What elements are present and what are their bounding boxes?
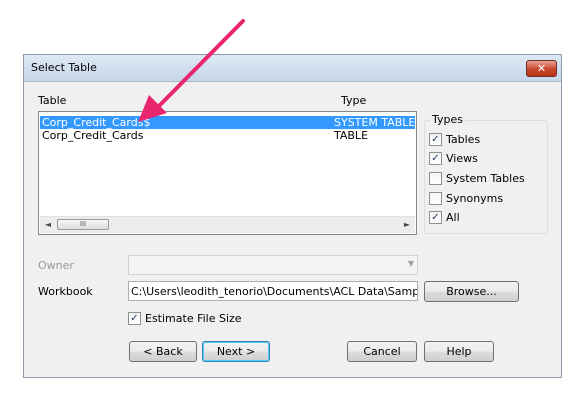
workbook-label: Workbook xyxy=(38,285,93,298)
cancel-button[interactable]: Cancel xyxy=(347,341,417,362)
owner-label: Owner xyxy=(38,259,74,272)
checkbox-icon[interactable]: ✓ xyxy=(429,133,442,146)
scroll-thumb[interactable]: III xyxy=(57,219,109,230)
horizontal-scrollbar[interactable]: ◄ III ► xyxy=(40,216,415,233)
close-button[interactable]: ✕ xyxy=(526,60,557,77)
scroll-left-icon[interactable]: ◄ xyxy=(40,217,56,233)
back-button[interactable]: < Back xyxy=(129,341,197,362)
browse-button[interactable]: Browse... xyxy=(424,281,519,302)
table-listbox[interactable]: Corp_Credit_Cards$ SYSTEM TABLE Corp_Cre… xyxy=(38,111,417,235)
owner-combobox[interactable]: ▼ xyxy=(128,255,418,275)
table-name: Corp_Credit_Cards$ xyxy=(42,116,151,129)
scroll-right-icon[interactable]: ► xyxy=(399,217,415,233)
checkbox-icon[interactable] xyxy=(429,172,442,185)
checkbox-label: Tables xyxy=(446,133,481,146)
table-name: Corp_Credit_Cards xyxy=(42,129,144,142)
checkbox-label: Views xyxy=(446,152,478,165)
table-type: TABLE xyxy=(334,129,369,142)
dialog-title: Select Table xyxy=(31,61,97,74)
select-table-dialog: Select Table ✕ Table Type Corp_Credit_Ca… xyxy=(23,54,562,378)
close-icon: ✕ xyxy=(536,62,547,75)
table-type: SYSTEM TABLE xyxy=(334,116,416,129)
checkbox-icon[interactable] xyxy=(429,192,442,205)
type-column-label: Type xyxy=(341,94,367,107)
checkbox-icon[interactable]: ✓ xyxy=(429,152,442,165)
checkbox-label: Estimate File Size xyxy=(145,312,242,325)
table-row[interactable]: Corp_Credit_Cards$ SYSTEM TABLE xyxy=(40,116,415,129)
table-column-label: Table xyxy=(38,94,67,107)
checkbox-icon[interactable]: ✓ xyxy=(128,312,141,325)
checkbox-icon[interactable]: ✓ xyxy=(429,211,442,224)
grip-icon: III xyxy=(79,220,87,228)
help-button[interactable]: Help xyxy=(424,341,494,362)
checkbox-label: All xyxy=(446,211,460,224)
checkbox-label: System Tables xyxy=(446,172,525,185)
workbook-field[interactable]: C:\Users\leodith_tenorio\Documents\ACL D… xyxy=(128,281,418,301)
workbook-path: C:\Users\leodith_tenorio\Documents\ACL D… xyxy=(131,285,417,298)
title-bar[interactable]: Select Table ✕ xyxy=(24,55,561,82)
types-group-title: Types xyxy=(430,113,465,126)
table-row[interactable]: Corp_Credit_Cards TABLE xyxy=(40,129,415,142)
chevron-down-icon[interactable]: ▼ xyxy=(408,259,414,268)
next-button[interactable]: Next > xyxy=(202,341,270,362)
checkbox-label: Synonyms xyxy=(446,192,504,205)
